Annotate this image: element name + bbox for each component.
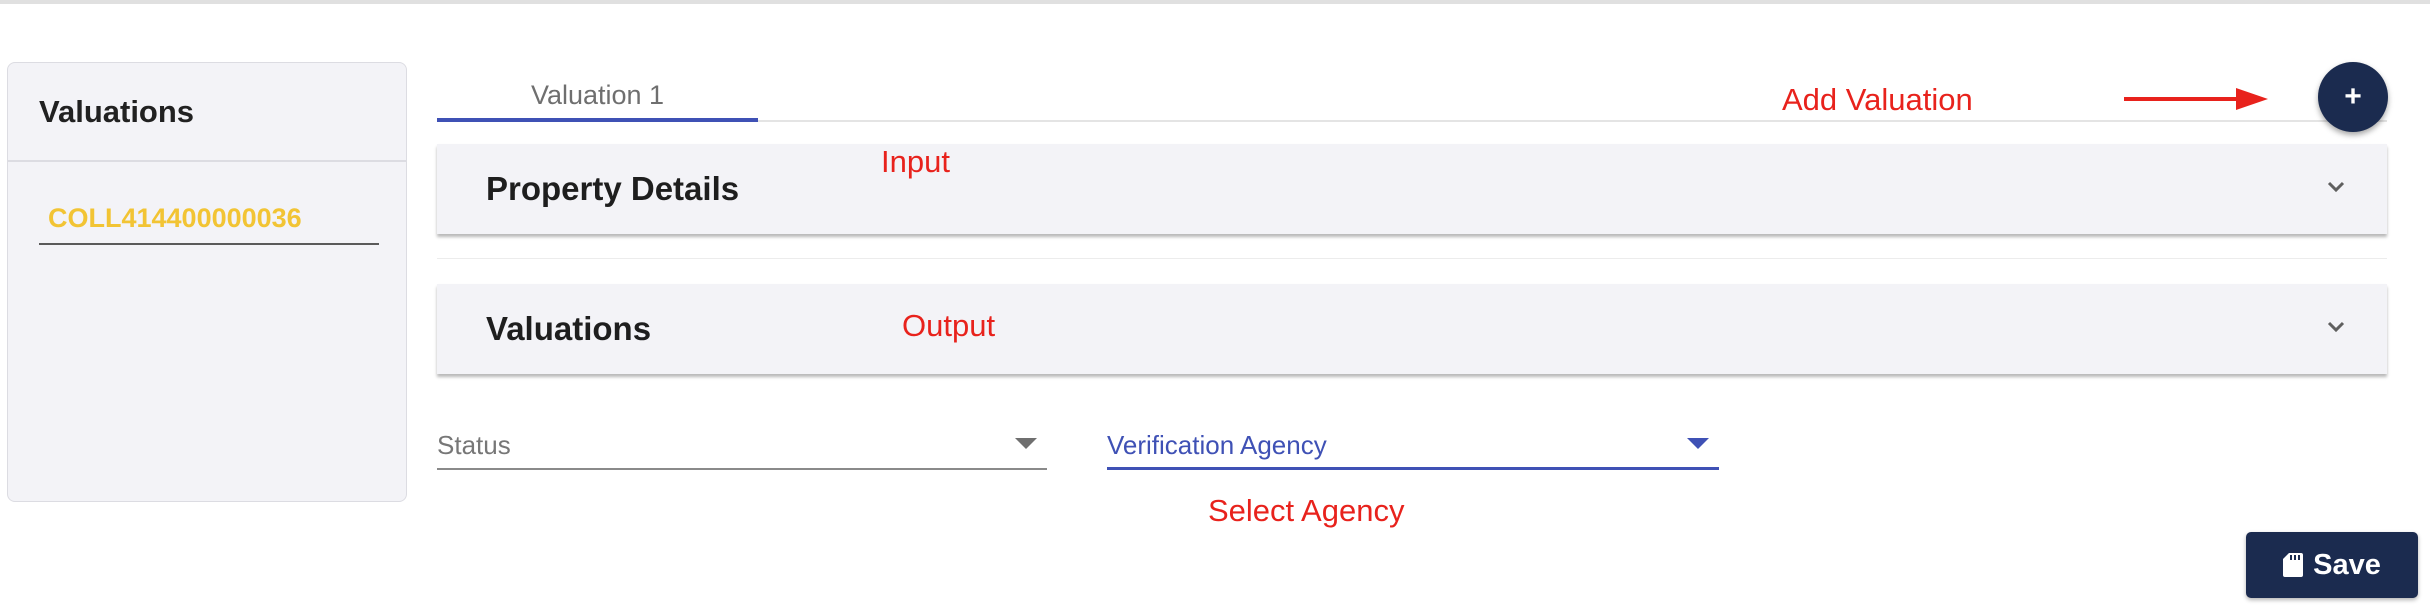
verification-agency-select[interactable]: Verification Agency xyxy=(1107,420,1719,470)
sd-card-icon xyxy=(2283,553,2304,577)
dropdown-arrow-icon xyxy=(1687,438,1709,449)
valuations-sidebar: Valuations COLL414400000036 xyxy=(7,62,407,502)
annotation-arrow xyxy=(2124,97,2244,101)
dropdown-arrow-icon xyxy=(1015,438,1037,449)
save-button[interactable]: Save xyxy=(2246,532,2418,598)
plus-icon: + xyxy=(2344,80,2362,113)
valuations-panel[interactable]: Valuations xyxy=(437,284,2387,374)
panel-title: Valuations xyxy=(486,310,652,347)
annotation-arrow-head xyxy=(2236,88,2268,110)
top-divider xyxy=(0,0,2430,4)
status-select[interactable]: Status xyxy=(437,420,1047,470)
valuation-tabs: Valuation 1 xyxy=(437,70,2387,122)
panel-title: Property Details xyxy=(486,170,740,207)
status-placeholder: Status xyxy=(437,430,511,460)
tab-label: Valuation 1 xyxy=(530,80,665,110)
annotation-add-valuation: Add Valuation xyxy=(1782,82,1973,117)
save-label: Save xyxy=(2313,548,2381,581)
annotation-input: Input xyxy=(881,144,950,179)
collateral-id-link[interactable]: COLL414400000036 xyxy=(48,203,302,234)
add-valuation-button[interactable]: + xyxy=(2318,62,2388,132)
annotation-select-agency: Select Agency xyxy=(1208,493,1405,528)
panel-divider xyxy=(437,258,2387,259)
chevron-down-icon[interactable] xyxy=(2327,318,2345,336)
property-details-panel[interactable]: Property Details xyxy=(437,144,2387,234)
tab-valuation-1[interactable]: Valuation 1 xyxy=(437,70,758,122)
sidebar-header: Valuations xyxy=(8,63,406,162)
sidebar-item-collateral[interactable]: COLL414400000036 xyxy=(39,203,379,245)
chevron-down-icon[interactable] xyxy=(2327,178,2345,196)
sidebar-title: Valuations xyxy=(39,93,195,129)
verification-agency-placeholder: Verification Agency xyxy=(1107,430,1327,460)
annotation-output: Output xyxy=(902,308,996,343)
